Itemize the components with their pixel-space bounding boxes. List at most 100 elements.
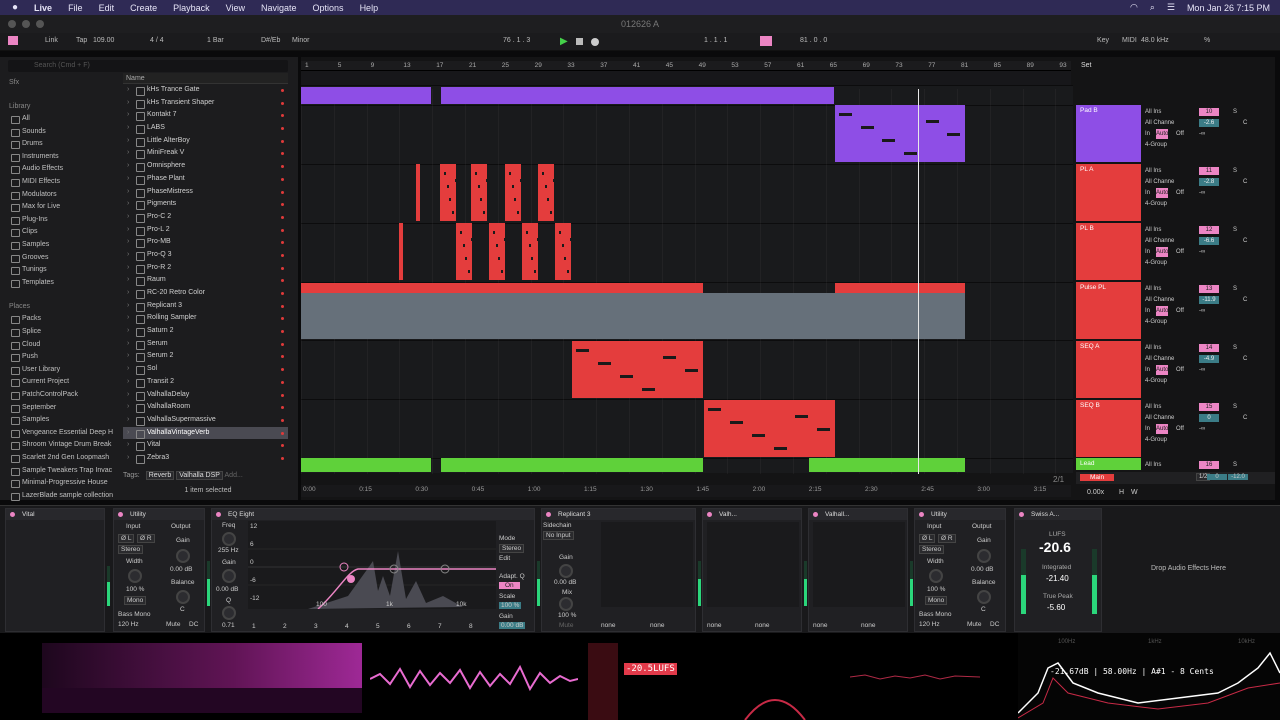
track-header[interactable]: PL B bbox=[1076, 223, 1141, 280]
send-a[interactable]: -∞ bbox=[1199, 306, 1205, 316]
places-item[interactable]: Current Project bbox=[10, 376, 69, 388]
loop-length-field[interactable]: 81 . 0 . 0 bbox=[800, 37, 827, 44]
solo-button[interactable]: S bbox=[1233, 343, 1237, 353]
none-menu-2[interactable]: none bbox=[650, 622, 664, 629]
output-menu[interactable]: 4-Group bbox=[1145, 199, 1167, 209]
track-pan[interactable]: C bbox=[1243, 118, 1247, 128]
monitor-in-button[interactable]: In bbox=[1145, 188, 1150, 198]
arrangement-clip[interactable] bbox=[572, 341, 703, 398]
browser-item[interactable]: ValhallaSupermassive bbox=[123, 414, 288, 427]
bass-mono-button[interactable]: Bass Mono bbox=[919, 611, 952, 618]
solo-button[interactable]: S bbox=[1233, 166, 1237, 176]
arrangement-clip[interactable] bbox=[416, 164, 420, 221]
plugin-window-area[interactable] bbox=[601, 522, 693, 607]
track-activator[interactable]: 15 bbox=[1199, 403, 1219, 411]
places-item[interactable]: Samples bbox=[10, 414, 49, 426]
browser-item[interactable]: Pro-R 2 bbox=[123, 262, 288, 275]
browser-item[interactable]: Replicant 3 bbox=[123, 300, 288, 313]
input-type-menu[interactable]: All Ins bbox=[1145, 225, 1161, 235]
mono-button[interactable]: Mono bbox=[925, 596, 948, 605]
monitor-auto-button[interactable]: Auto bbox=[1156, 188, 1169, 198]
places-item[interactable]: LazerBlade sample collection bbox=[10, 490, 113, 502]
eq-band-toggle[interactable]: 3 bbox=[314, 623, 318, 630]
arrangement-clip[interactable] bbox=[489, 223, 505, 280]
mono-button[interactable]: Mono bbox=[124, 596, 147, 605]
library-item[interactable]: All bbox=[10, 113, 30, 125]
device-title[interactable]: EQ Eight bbox=[212, 509, 534, 520]
browser-item[interactable]: Rolling Sampler bbox=[123, 312, 288, 325]
balance-knob[interactable] bbox=[176, 590, 190, 604]
places-item[interactable]: Push bbox=[10, 351, 38, 363]
track-activator[interactable]: 10 bbox=[1199, 108, 1219, 116]
input-channel-menu[interactable]: All Channe bbox=[1145, 118, 1174, 128]
browser-item[interactable]: Raum bbox=[123, 274, 288, 287]
menubar-clock[interactable]: Mon Jan 26 7:15 PM bbox=[1187, 3, 1270, 13]
browser-item[interactable]: LABS bbox=[123, 122, 288, 135]
eq-band-toggle[interactable]: 2 bbox=[283, 623, 287, 630]
device-title[interactable]: Swiss A... bbox=[1015, 509, 1101, 520]
solo-button[interactable]: S bbox=[1233, 225, 1237, 235]
menu-create[interactable]: Create bbox=[130, 3, 157, 13]
library-item[interactable]: Tunings bbox=[10, 264, 47, 276]
solo-button[interactable]: S bbox=[1233, 284, 1237, 294]
track-pan[interactable]: C bbox=[1243, 236, 1247, 246]
sidebar-sfx[interactable]: Sfx bbox=[9, 77, 19, 89]
library-item[interactable]: Drums bbox=[10, 138, 43, 150]
track-activator[interactable]: 14 bbox=[1199, 344, 1219, 352]
input-channel-menu[interactable]: All Channe bbox=[1145, 236, 1174, 246]
arrangement-clip[interactable] bbox=[440, 164, 456, 221]
places-item[interactable]: PatchControlPack bbox=[10, 389, 78, 401]
browser-item[interactable]: Sol bbox=[123, 363, 288, 376]
library-item[interactable]: Audio Effects bbox=[10, 163, 63, 175]
track-header[interactable]: PL A bbox=[1076, 164, 1141, 221]
width-knob[interactable] bbox=[128, 569, 142, 583]
browser-item[interactable]: RC-20 Retro Color bbox=[123, 287, 288, 300]
arrangement-clip[interactable] bbox=[399, 223, 403, 280]
beat-ruler[interactable]: 1 5 9 13 17 21 25 29 33 37 41 45 49 53 57 61 65 69 73 77 81 8… bbox=[301, 61, 1071, 71]
track-pan[interactable]: C bbox=[1243, 177, 1247, 187]
browser-item[interactable]: Zebra3 bbox=[123, 452, 288, 465]
solo-button[interactable]: S bbox=[1233, 460, 1237, 470]
key-map-button[interactable]: Key bbox=[1097, 37, 1109, 44]
places-item[interactable]: Shroom Vintage Drum Break bbox=[10, 439, 111, 451]
places-item[interactable]: Scarlett 2nd Gen Loopmash bbox=[10, 452, 109, 464]
none-menu-2[interactable]: none bbox=[861, 622, 875, 629]
link-button[interactable]: Link bbox=[45, 37, 58, 44]
library-item[interactable]: Templates bbox=[10, 277, 54, 289]
browser-item[interactable]: Omnisphere bbox=[123, 160, 288, 173]
search-icon[interactable]: ⌕ bbox=[1150, 2, 1155, 13]
browser-item[interactable]: Phase Plant bbox=[123, 173, 288, 186]
output-gain-value[interactable]: 0.00 dB bbox=[499, 622, 526, 629]
q-knob[interactable] bbox=[222, 606, 236, 620]
browser-item[interactable]: Pigments bbox=[123, 198, 288, 211]
track-volume[interactable]: -6.6 bbox=[1199, 237, 1219, 245]
arrangement-clip[interactable] bbox=[555, 223, 571, 280]
browser-item[interactable]: Little AlterBoy bbox=[123, 135, 288, 148]
dc-button[interactable]: DC bbox=[189, 621, 198, 628]
name-column-header[interactable]: Name bbox=[123, 73, 288, 84]
loop-switch-icon[interactable] bbox=[760, 36, 772, 46]
arrangement-clip[interactable] bbox=[301, 458, 431, 472]
library-item[interactable]: Max for Live bbox=[10, 201, 60, 213]
places-item[interactable]: September bbox=[10, 402, 56, 414]
browser-item[interactable]: Vital bbox=[123, 439, 288, 452]
plugin-window-area[interactable] bbox=[707, 522, 799, 607]
tempo-field[interactable]: 109.00 bbox=[93, 37, 114, 44]
browser-search-input[interactable]: Search (Cmd + F) bbox=[8, 60, 288, 72]
library-item[interactable]: Plug-Ins bbox=[10, 214, 48, 226]
arrangement-clip[interactable] bbox=[505, 164, 521, 221]
eq-band-toggle[interactable]: 7 bbox=[438, 623, 442, 630]
browser-item[interactable]: Kontakt 7 bbox=[123, 109, 288, 122]
arrangement-clip[interactable] bbox=[456, 223, 472, 280]
device-title[interactable]: Vital bbox=[6, 509, 104, 520]
device-title[interactable]: Replicant 3 bbox=[542, 509, 695, 520]
mute-button[interactable]: Mute bbox=[166, 621, 180, 628]
device-title[interactable]: Valh... bbox=[703, 509, 801, 520]
arrangement-clip[interactable] bbox=[301, 87, 431, 104]
places-item[interactable]: Splice bbox=[10, 326, 41, 338]
add-tag-button[interactable]: Add... bbox=[225, 472, 243, 479]
main-track-name[interactable]: Main bbox=[1080, 474, 1115, 481]
none-menu-1[interactable]: none bbox=[813, 622, 827, 629]
browser-item[interactable]: Saturn 2 bbox=[123, 325, 288, 338]
send-a[interactable]: -∞ bbox=[1199, 424, 1205, 434]
